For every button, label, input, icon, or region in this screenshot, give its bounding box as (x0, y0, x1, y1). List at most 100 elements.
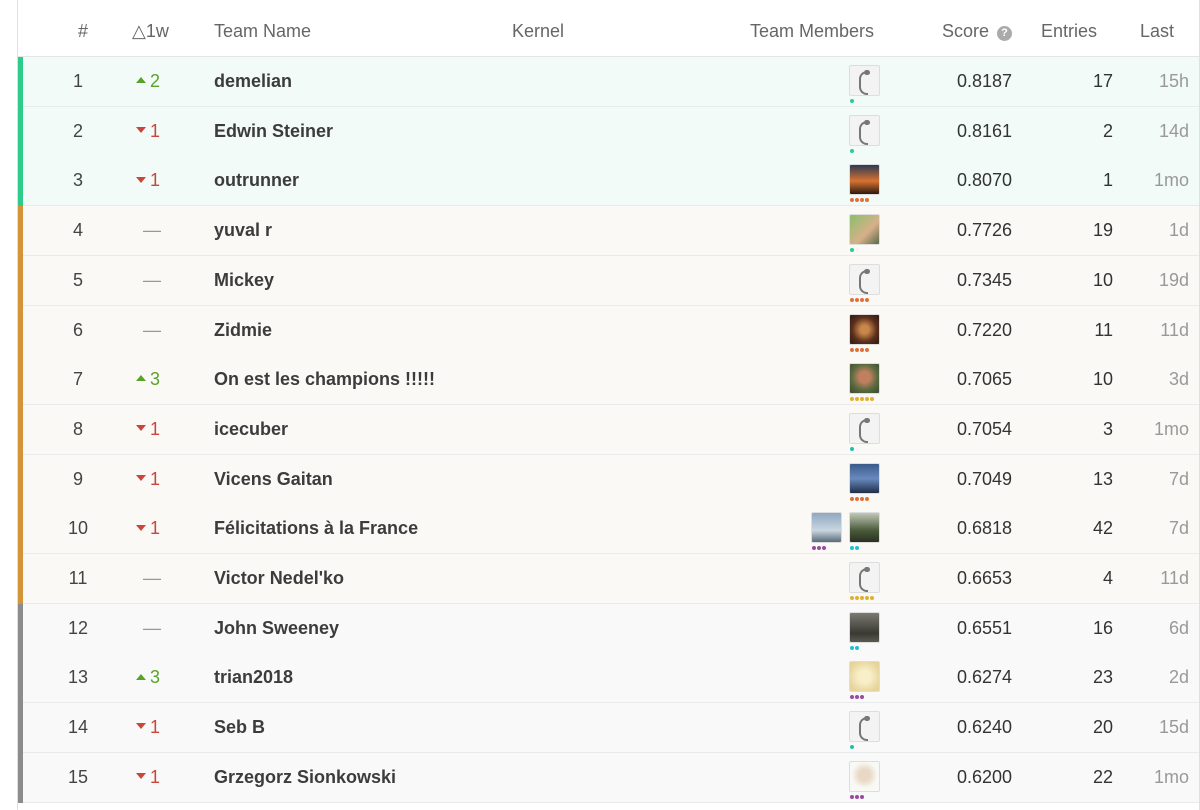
tier-dot (855, 596, 859, 600)
tier-dot (860, 695, 864, 700)
team-members-column-header[interactable]: Team Members (750, 21, 874, 42)
team-name-link[interactable]: outrunner (214, 170, 299, 191)
avatar[interactable] (849, 462, 881, 501)
leaderboard-row[interactable]: 1 2 demelian 0.8187 17 15h (18, 57, 1200, 107)
leaderboard-row[interactable]: 9 1 Vicens Gaitan 0.7049 13 7d (18, 454, 1200, 505)
tier-dot (850, 596, 854, 600)
default-avatar-icon (849, 65, 880, 96)
team-name-link[interactable]: icecuber (214, 419, 288, 440)
score-value: 0.8161 (956, 120, 1012, 141)
team-name-link[interactable]: Vicens Gaitan (214, 469, 333, 490)
tier-dot (865, 198, 869, 203)
score-column-header[interactable]: Score ? (942, 21, 1013, 42)
entries-value: 17 (1092, 71, 1113, 91)
leaderboard-row[interactable]: 7 3 On est les champions !!!!! 0.7065 10 3d (18, 355, 1200, 406)
last-column-header[interactable]: Last (1140, 21, 1174, 42)
help-icon[interactable]: ? (997, 26, 1013, 41)
score-value: 0.8070 (956, 170, 1012, 191)
team-name-link[interactable]: Edwin Steiner (214, 121, 333, 142)
avatar[interactable] (849, 711, 881, 750)
leaderboard-row[interactable]: 12 — John Sweeney 0.6551 16 6d (18, 603, 1200, 654)
kernel-column-header[interactable]: Kernel (512, 21, 564, 42)
tier-dots (850, 248, 854, 253)
rank-change-value: 1 (150, 468, 161, 489)
default-avatar-icon (849, 562, 880, 593)
entries-value: 23 (1092, 667, 1113, 688)
avatar-image (811, 512, 842, 544)
score-value: 0.6653 (956, 568, 1012, 588)
score-label: Score (942, 21, 990, 41)
rank-value: 4 (72, 220, 83, 241)
team-name-link[interactable]: Félicitations à la France (214, 518, 418, 539)
avatar[interactable] (849, 661, 881, 700)
rank-column-header[interactable]: # (78, 21, 88, 42)
avatar[interactable] (849, 363, 881, 402)
rank-change-value: 1 (150, 170, 161, 191)
avatar[interactable] (849, 412, 881, 451)
leaderboard-row[interactable]: 11 — Victor Nedel'ko 0.6653 4 11d (18, 554, 1200, 604)
rank-value: 1 (72, 71, 83, 91)
team-name-link[interactable]: Seb B (214, 717, 265, 738)
rank-change: 1 (136, 469, 206, 490)
tier-dot (865, 297, 869, 302)
rank-value: 2 (72, 120, 83, 141)
tier-dot (855, 794, 859, 799)
tier-dots (850, 347, 869, 352)
leaderboard-row[interactable]: 2 1 Edwin Steiner 0.8161 2 14d (18, 106, 1200, 157)
tier-dot (850, 248, 854, 253)
leaderboard-row[interactable]: 10 1 Félicitations à la France 0.6818 42 7d (18, 504, 1200, 555)
tier-dots (850, 645, 859, 650)
entries-value: 10 (1092, 369, 1113, 390)
team-name-link[interactable]: trian2018 (214, 667, 293, 688)
leaderboard-row[interactable]: 13 3 trian2018 0.6274 23 2d (18, 653, 1200, 704)
avatar[interactable] (849, 214, 881, 253)
last-submission-value: 19d (1158, 269, 1189, 290)
medal-tier-indicator (18, 703, 23, 754)
tier-dot (860, 794, 864, 799)
rank-change: — (143, 568, 213, 589)
tier-dot (850, 198, 854, 203)
avatar[interactable] (849, 562, 881, 600)
team-name-link[interactable]: demelian (214, 71, 292, 92)
team-name-link[interactable]: John Sweeney (214, 618, 339, 639)
leaderboard-row[interactable]: 6 — Zidmie 0.7220 11 11d (18, 305, 1200, 356)
avatar[interactable] (849, 512, 881, 551)
rank-change: 3 (136, 667, 206, 688)
team-name-link[interactable]: Mickey (214, 270, 274, 291)
team-name-link[interactable]: Victor Nedel'ko (214, 568, 344, 589)
avatar[interactable] (849, 164, 881, 203)
avatar-image (849, 611, 880, 643)
avatar[interactable] (849, 65, 881, 103)
avatar[interactable] (849, 313, 881, 352)
rank-value: 6 (72, 319, 83, 340)
tier-dots (850, 198, 869, 203)
team-name-link[interactable]: On est les champions !!!!! (214, 369, 435, 390)
leaderboard-row[interactable]: 3 1 outrunner 0.8070 1 1mo (18, 156, 1200, 207)
entries-column-header[interactable]: Entries (1041, 21, 1097, 42)
team-members (811, 512, 881, 552)
leaderboard-row[interactable]: 4 — yuval r 0.7726 19 1d (18, 206, 1200, 257)
no-change-dash: — (143, 319, 161, 340)
rank-value: 15 (67, 766, 89, 787)
tier-dot (860, 198, 864, 203)
leaderboard-row[interactable]: 8 1 icecuber 0.7054 3 1mo (18, 404, 1200, 455)
team-name-link[interactable]: Zidmie (214, 320, 272, 341)
rank-value: 10 (67, 518, 89, 539)
score-value: 0.7054 (956, 418, 1012, 439)
avatar[interactable] (849, 760, 881, 799)
rank-value: 13 (67, 667, 89, 688)
tier-dot (850, 496, 854, 501)
avatar[interactable] (849, 114, 881, 153)
tier-dot (860, 397, 864, 402)
leaderboard-row[interactable]: 14 1 Seb B 0.6240 20 15d (18, 703, 1200, 754)
rank-value: 14 (67, 717, 89, 738)
avatar[interactable] (849, 263, 881, 302)
team-name-column-header[interactable]: Team Name (214, 21, 311, 42)
avatar[interactable] (811, 512, 843, 551)
leaderboard-row[interactable]: 5 — Mickey 0.7345 10 19d (18, 255, 1200, 306)
delta-column-header[interactable]: △1w (132, 21, 169, 42)
avatar[interactable] (849, 611, 881, 650)
leaderboard-row[interactable]: 15 1 Grzegorz Sionkowski 0.6200 22 1mo (18, 752, 1200, 803)
team-name-link[interactable]: yuval r (214, 220, 272, 241)
team-name-link[interactable]: Grzegorz Sionkowski (214, 767, 396, 788)
